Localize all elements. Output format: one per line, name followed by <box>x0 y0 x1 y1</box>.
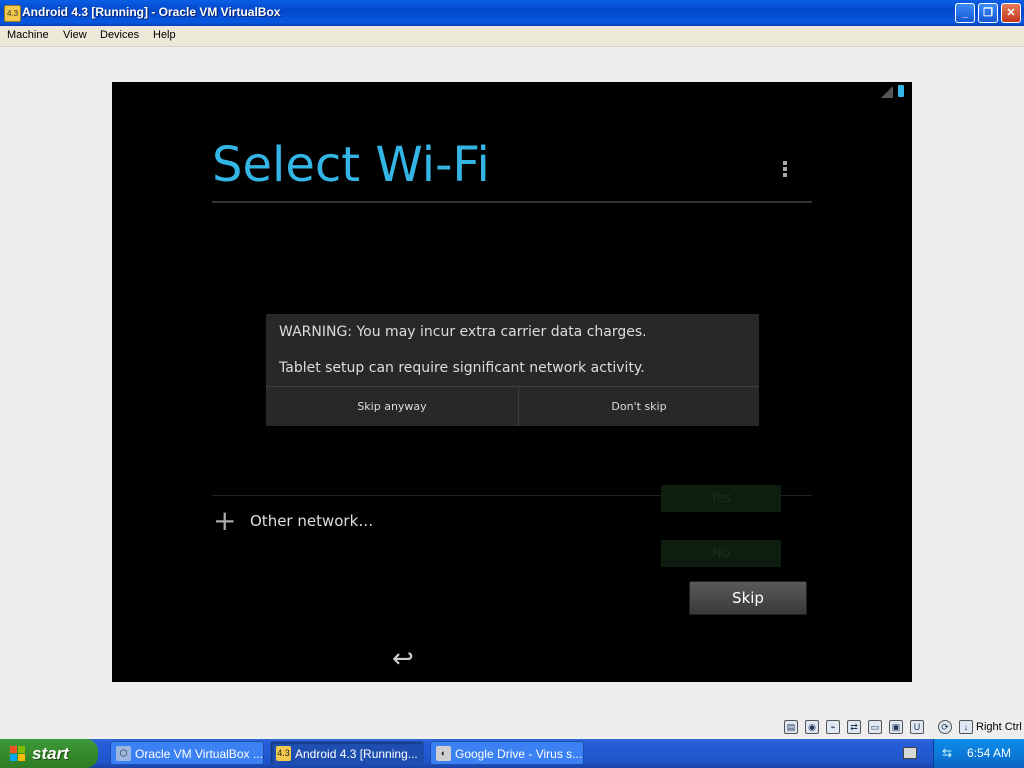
battery-icon <box>898 85 904 97</box>
keyboard-capture-icon[interactable]: ↓ <box>959 720 973 734</box>
start-label: start <box>32 744 69 763</box>
menu-devices[interactable]: Devices <box>100 29 139 41</box>
skip-anyway-button[interactable]: Skip anyway <box>266 387 518 426</box>
windows-logo-icon <box>10 746 26 762</box>
menu-view[interactable]: View <box>63 29 87 41</box>
vbox-status-bar: ▤ ◉ ⌁ ⇄ ▭ ▣ U ⟳ ↓ Right Ctrl <box>0 717 1024 739</box>
skip-button[interactable]: Skip <box>689 581 807 615</box>
minimize-button[interactable]: _ <box>955 3 975 23</box>
shared-folder-icon[interactable]: ▭ <box>868 720 882 734</box>
faded-no-button: No <box>661 540 781 567</box>
display-icon[interactable]: ▣ <box>889 720 903 734</box>
taskbar-item-browser[interactable]: ◐ Google Drive - Virus s... <box>430 741 584 765</box>
title-divider <box>212 201 812 203</box>
taskbar-item-label: Android 4.3 [Running... <box>295 747 418 761</box>
android-screen[interactable]: Select Wi-Fi + Other network… Yes No Ski… <box>112 82 912 682</box>
mouse-integration-icon[interactable]: ⟳ <box>938 720 952 734</box>
vm-icon: 4.3 <box>276 746 291 761</box>
menu-help[interactable]: Help <box>153 29 176 41</box>
taskbar-item-label: Oracle VM VirtualBox ... <box>135 747 263 761</box>
warning-dialog: WARNING: You may incur extra carrier dat… <box>266 314 759 426</box>
signal-icon <box>881 86 893 98</box>
close-button[interactable]: ✕ <box>1001 3 1021 23</box>
page-title: Select Wi-Fi <box>212 137 490 193</box>
dialog-message-text: Tablet setup can require significant net… <box>279 360 645 376</box>
back-icon[interactable]: ↩ <box>392 644 414 674</box>
menu-bar: Machine View Devices Help <box>0 26 1024 47</box>
faded-yes-button: Yes <box>661 485 781 512</box>
browser-icon: ◐ <box>436 746 451 761</box>
network-tray-icon[interactable]: ⇆ <box>942 746 956 760</box>
taskbar-item-label: Google Drive - Virus s... <box>455 747 583 761</box>
system-tray: ⇆ 6:54 AM <box>933 739 1024 768</box>
window-title: Android 4.3 [Running] - Oracle VM Virtua… <box>22 5 281 19</box>
usb-icon[interactable]: ⌁ <box>826 720 840 734</box>
virtualbox-vm-icon: 4.3 <box>4 5 21 22</box>
overflow-menu-icon[interactable] <box>783 161 788 179</box>
dont-skip-button[interactable]: Don't skip <box>519 387 759 426</box>
optical-drive-icon[interactable]: ◉ <box>805 720 819 734</box>
menu-machine[interactable]: Machine <box>7 29 49 41</box>
keyboard-layout-icon[interactable] <box>903 747 917 759</box>
other-network-item[interactable]: Other network… <box>250 512 373 530</box>
taskbar-item-android[interactable]: 4.3 Android 4.3 [Running... <box>270 741 424 765</box>
minimize-icon: _ <box>961 7 969 19</box>
clock[interactable]: 6:54 AM <box>967 739 1011 768</box>
host-key-label: Right Ctrl <box>976 721 1022 733</box>
plus-icon[interactable]: + <box>213 507 236 535</box>
virtualbox-icon: ⬡ <box>116 746 131 761</box>
video-capture-icon[interactable]: U <box>910 720 924 734</box>
close-icon: ✕ <box>1006 7 1016 19</box>
taskbar-item-virtualbox[interactable]: ⬡ Oracle VM VirtualBox ... <box>110 741 264 765</box>
dialog-warning-text: WARNING: You may incur extra carrier dat… <box>279 324 647 340</box>
network-icon[interactable]: ⇄ <box>847 720 861 734</box>
restore-icon: ❐ <box>983 7 993 19</box>
window-title-bar[interactable]: 4.3 Android 4.3 [Running] - Oracle VM Vi… <box>0 0 1024 26</box>
restore-button[interactable]: ❐ <box>978 3 998 23</box>
start-button[interactable]: start <box>0 739 98 768</box>
taskbar: start ⬡ Oracle VM VirtualBox ... 4.3 And… <box>0 739 1024 768</box>
hard-disk-icon[interactable]: ▤ <box>784 720 798 734</box>
